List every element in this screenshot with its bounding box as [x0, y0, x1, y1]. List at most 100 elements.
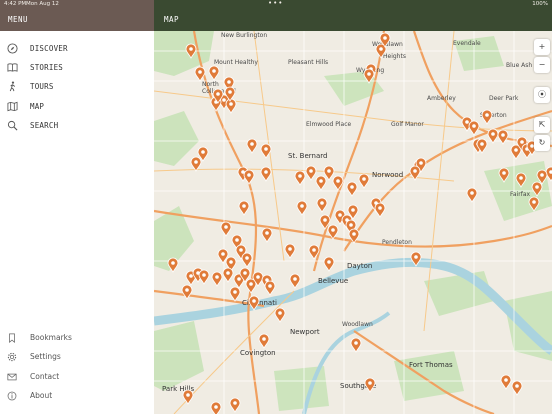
- fullscreen-button[interactable]: ⇱: [534, 117, 550, 133]
- map-pin[interactable]: [296, 200, 308, 216]
- map-pin[interactable]: [316, 197, 328, 213]
- status-time: 4:42 PM: [4, 1, 27, 7]
- map-icon: [7, 101, 18, 112]
- map-pin[interactable]: [222, 267, 234, 283]
- nav-label: MAP: [30, 102, 45, 111]
- map-pin[interactable]: [238, 200, 250, 216]
- map-pin[interactable]: [243, 169, 255, 185]
- map-pin[interactable]: [515, 172, 527, 188]
- map-pin[interactable]: [511, 380, 523, 396]
- map-pin[interactable]: [409, 165, 421, 181]
- map-pin[interactable]: [190, 156, 202, 172]
- map-pin[interactable]: [500, 374, 512, 390]
- nav-tours[interactable]: TOURS: [0, 78, 154, 96]
- map-pin[interactable]: [498, 167, 510, 183]
- map-pin[interactable]: [466, 187, 478, 203]
- nav-about[interactable]: About: [0, 388, 154, 404]
- map-pin[interactable]: [364, 377, 376, 393]
- battery-status: 100%: [532, 1, 548, 7]
- nav-stories[interactable]: STORIES: [0, 59, 154, 77]
- map-pin[interactable]: [468, 120, 480, 136]
- map-pin[interactable]: [289, 273, 301, 289]
- map-pin[interactable]: [346, 181, 358, 197]
- compass-icon: [7, 43, 18, 54]
- map-pin[interactable]: [181, 284, 193, 300]
- map-pin[interactable]: [528, 196, 540, 212]
- nav-label: Bookmarks: [30, 333, 72, 342]
- map-pin[interactable]: [258, 333, 270, 349]
- map-title: MAP: [164, 15, 180, 24]
- info-icon: [7, 391, 17, 401]
- nav-map[interactable]: MAP: [0, 98, 154, 116]
- map-pin[interactable]: [198, 269, 210, 285]
- map-pin[interactable]: [264, 280, 276, 296]
- map-pin[interactable]: [185, 43, 197, 59]
- locate-button[interactable]: ⦿: [534, 87, 550, 103]
- nav-search[interactable]: SEARCH: [0, 117, 154, 135]
- map-pin[interactable]: [229, 397, 241, 413]
- status-bar: 4:42 PM Mon Aug 12 ••• 100%: [0, 0, 552, 9]
- status-date: Mon Aug 12: [26, 1, 59, 7]
- nav-bookmarks[interactable]: Bookmarks: [0, 330, 154, 346]
- map-pin[interactable]: [246, 138, 258, 154]
- map-pin[interactable]: [327, 224, 339, 240]
- map-pin[interactable]: [315, 175, 327, 191]
- map-pin[interactable]: [332, 175, 344, 191]
- map-pin[interactable]: [241, 252, 253, 268]
- map-pin[interactable]: [194, 66, 206, 82]
- map-pin[interactable]: [260, 166, 272, 182]
- zoom-in-button[interactable]: +: [534, 39, 550, 55]
- map-pin[interactable]: [308, 244, 320, 260]
- map-pin[interactable]: [260, 143, 272, 159]
- map-pin[interactable]: [211, 271, 223, 287]
- map-pin[interactable]: [487, 128, 499, 144]
- map-pin[interactable]: [182, 389, 194, 405]
- map-pin[interactable]: [323, 256, 335, 272]
- walking-icon: [9, 81, 16, 92]
- map-view[interactable]: New Burlington Woodlawn Evendale Mount H…: [154, 31, 552, 414]
- map-pin[interactable]: [374, 202, 386, 218]
- map-pin[interactable]: [274, 307, 286, 323]
- map-pin[interactable]: [348, 228, 360, 244]
- nav-label: DISCOVER: [30, 44, 68, 53]
- map-pin[interactable]: [225, 98, 237, 114]
- map-pin[interactable]: [323, 165, 335, 181]
- map-pin[interactable]: [410, 251, 422, 267]
- map-pin[interactable]: [248, 295, 260, 311]
- map-pin[interactable]: [167, 257, 179, 273]
- nav-label: Contact: [30, 372, 60, 381]
- map-pin[interactable]: [358, 173, 370, 189]
- map-pin[interactable]: [208, 65, 220, 81]
- zoom-out-button[interactable]: −: [534, 57, 550, 73]
- map-pin[interactable]: [363, 68, 375, 84]
- map-pin[interactable]: [531, 181, 543, 197]
- mail-icon: [7, 373, 17, 381]
- nav-label: STORIES: [30, 63, 64, 72]
- nav-label: Settings: [30, 352, 61, 361]
- search-icon: [7, 120, 18, 131]
- map-pin[interactable]: [294, 170, 306, 186]
- book-icon: [7, 63, 18, 72]
- nav-contact[interactable]: Contact: [0, 369, 154, 385]
- nav-label: About: [30, 391, 53, 400]
- nav-discover[interactable]: DISCOVER: [0, 40, 154, 58]
- map-pin[interactable]: [229, 286, 241, 302]
- map-pin[interactable]: [305, 165, 317, 181]
- map-pin[interactable]: [481, 109, 493, 125]
- reset-button[interactable]: ↻: [534, 135, 550, 151]
- nav-settings[interactable]: Settings: [0, 349, 154, 365]
- map-pins-layer: [167, 32, 552, 414]
- map-pin[interactable]: [284, 243, 296, 259]
- map-pin[interactable]: [210, 401, 222, 414]
- map-pin[interactable]: [261, 227, 273, 243]
- map-pin[interactable]: [220, 221, 232, 237]
- map-pin[interactable]: [319, 214, 331, 230]
- sidebar: MENU DISCOVER STORIES TOURS MAP SEARCH B…: [0, 0, 155, 414]
- map-pin[interactable]: [497, 129, 509, 145]
- map-pin[interactable]: [350, 337, 362, 353]
- multitask-dots[interactable]: •••: [268, 0, 283, 7]
- nav-label: TOURS: [30, 82, 54, 91]
- gear-icon: [7, 352, 17, 362]
- nav-label: SEARCH: [30, 121, 59, 130]
- bookmark-icon: [9, 333, 15, 343]
